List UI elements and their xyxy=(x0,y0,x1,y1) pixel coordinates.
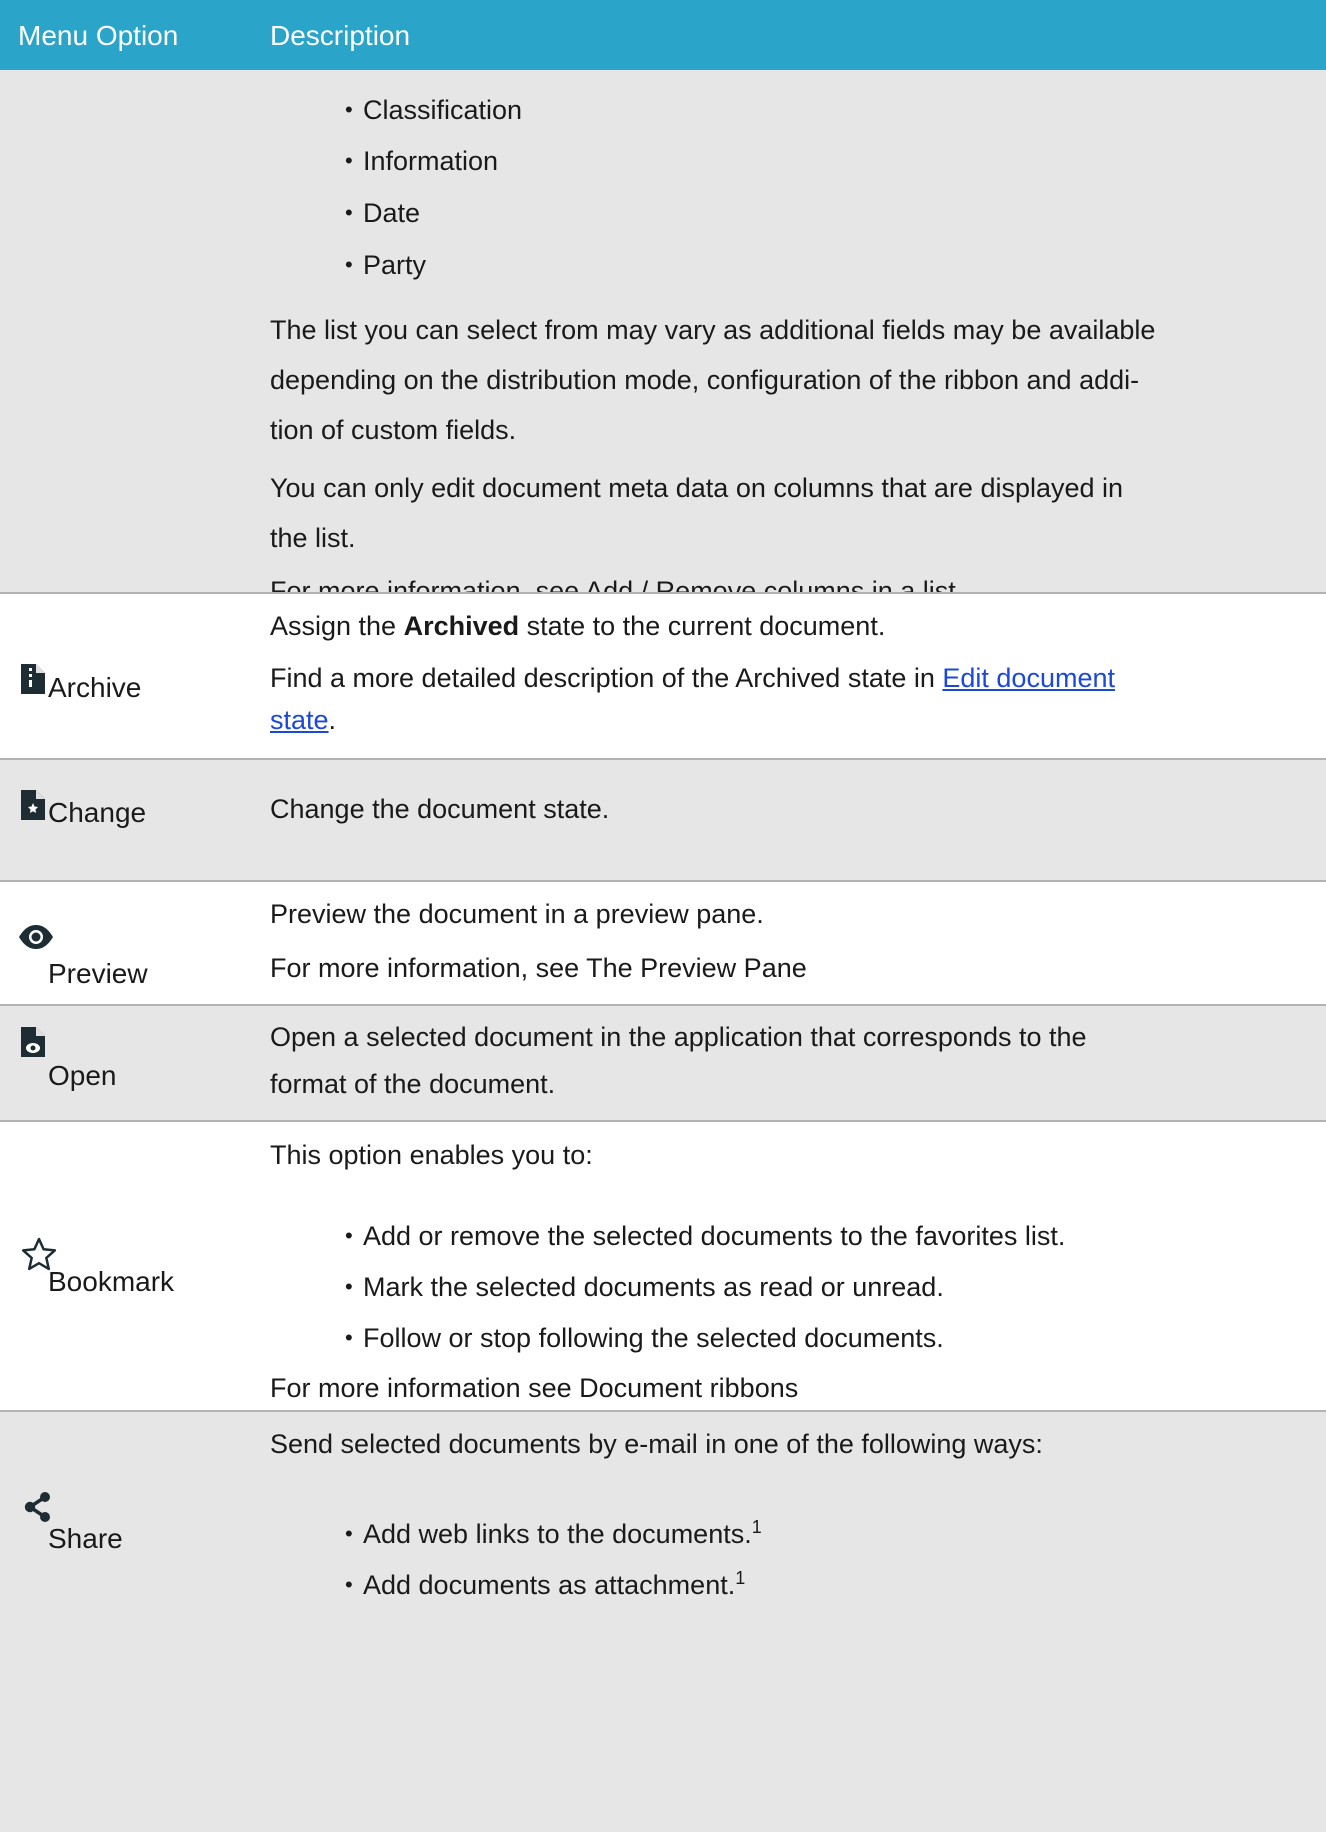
table-header: Menu Option Description xyxy=(0,0,1326,70)
menu-label-archive: Archive xyxy=(48,672,142,703)
archive-desc-line1: Assign the Archived state to the current… xyxy=(270,611,886,641)
list-item: Add documents as attachment.1 xyxy=(345,1565,746,1605)
table-row-archive: Archive Assign the Archived state to the… xyxy=(0,592,1326,758)
share-intro: Send selected documents by e-mail in one… xyxy=(270,1429,1043,1459)
change-desc: Change the document state. xyxy=(270,794,610,824)
preview-desc-line1: Preview the document in a preview pane. xyxy=(270,899,764,929)
table-row-preview: Preview Preview the document in a previe… xyxy=(0,880,1326,1004)
fields-paragraph-line: depending on the distribution mode, conf… xyxy=(270,365,1140,395)
share-icon xyxy=(24,1492,50,1522)
columns-note-line: the list. xyxy=(270,523,356,553)
table-row-fields: Classification Information Date Party Th… xyxy=(0,70,1326,606)
open-desc-line1: Open a selected document in the applicat… xyxy=(270,1022,1087,1052)
open-desc-line2: format of the document. xyxy=(270,1069,556,1099)
edit-document-state-link[interactable]: Edit document xyxy=(942,663,1115,693)
edit-document-state-link-cont[interactable]: state xyxy=(270,705,329,735)
footnote-mark: 1 xyxy=(751,1517,762,1537)
open-file-icon xyxy=(21,1027,45,1057)
list-item: Add web links to the documents.1 xyxy=(345,1514,762,1554)
list-item: Party xyxy=(345,245,426,285)
archive-desc-line2: Find a more detailed description of the … xyxy=(270,663,1115,693)
footnote-mark: 1 xyxy=(735,1568,746,1588)
bookmark-intro: This option enables you to: xyxy=(270,1140,593,1170)
eye-icon xyxy=(19,925,53,949)
fields-paragraph-line: tion of custom fields. xyxy=(270,415,517,445)
archive-file-icon xyxy=(21,664,45,694)
columns-note-line: You can only edit document meta data on … xyxy=(270,473,1124,503)
list-item: Classification xyxy=(345,90,522,130)
menu-label-preview: Preview xyxy=(48,958,148,989)
fields-paragraph-line: The list you can select from may vary as… xyxy=(270,315,1156,345)
table-row-bookmark: Bookmark This option enables you to: Add… xyxy=(0,1120,1326,1410)
menu-label-bookmark: Bookmark xyxy=(48,1266,175,1297)
list-item: Follow or stop following the selected do… xyxy=(345,1318,944,1358)
list-item: Information xyxy=(345,141,498,181)
preview-desc-line2: For more information, see The Preview Pa… xyxy=(270,953,807,983)
menu-label-change: Change xyxy=(48,797,147,828)
change-state-file-icon xyxy=(21,790,45,820)
archive-desc-line3: state. xyxy=(270,705,337,735)
list-item: Date xyxy=(345,193,420,233)
menu-label-open: Open xyxy=(48,1060,117,1091)
table-row-change: Change Change the document state. xyxy=(0,758,1326,880)
menu-label-share: Share xyxy=(48,1523,123,1554)
header-menu-option: Menu Option xyxy=(18,20,179,51)
list-item: Mark the selected documents as read or u… xyxy=(345,1267,944,1307)
header-description: Description xyxy=(270,20,411,51)
bookmark-footer: For more information see Document ribbon… xyxy=(270,1373,799,1403)
list-item: Add or remove the selected documents to … xyxy=(345,1216,1065,1256)
table-row-open: Open Open a selected document in the app… xyxy=(0,1004,1326,1120)
table-row-share: Share Send selected documents by e-mail … xyxy=(0,1410,1326,1832)
